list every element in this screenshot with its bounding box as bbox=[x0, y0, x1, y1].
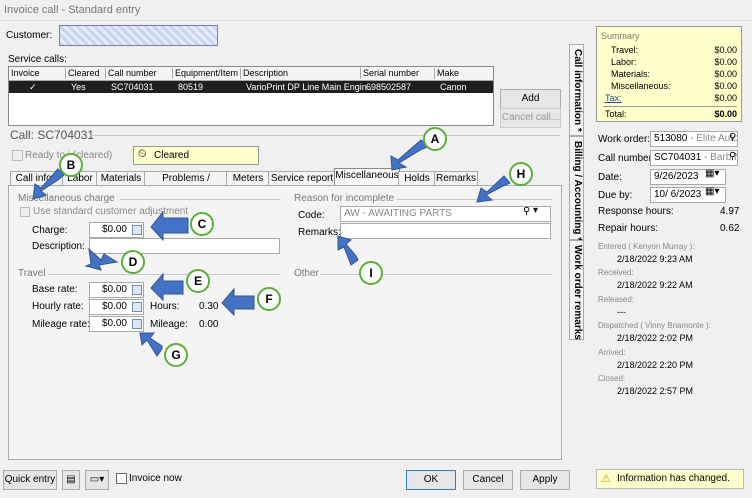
arrow-g bbox=[139, 332, 163, 357]
due-by-label: Due by: bbox=[598, 190, 633, 201]
tab-billing-accounting[interactable]: Billing / Accounting * bbox=[569, 136, 584, 241]
callout-h: H bbox=[509, 162, 533, 186]
arrived-value: 2/18/2022 2:20 PM bbox=[617, 360, 694, 370]
search-icon[interactable]: ⚲ bbox=[729, 132, 736, 143]
callout-g: G bbox=[164, 343, 188, 367]
summary-materials: Materials: $0.00 bbox=[611, 69, 737, 79]
summary-box: Summary Travel: $0.00 Labor: $0.00 Materia… bbox=[596, 26, 742, 122]
callout-a: A bbox=[423, 127, 447, 151]
callout-f: F bbox=[257, 287, 281, 311]
invoice-now-checkbox[interactable] bbox=[116, 473, 127, 484]
response-hours-label: Response hours: bbox=[598, 206, 674, 217]
closed-value: 2/18/2022 2:57 PM bbox=[617, 386, 694, 396]
summary-divider bbox=[603, 106, 737, 107]
entered-label: Entered ( Kenyon Murray ): bbox=[598, 242, 695, 251]
callout-c: C bbox=[190, 212, 214, 236]
arrow-c bbox=[150, 210, 189, 242]
entered-value: 2/18/2022 9:23 AM bbox=[617, 254, 693, 264]
dispatched-value: 2/18/2022 2:02 PM bbox=[617, 333, 694, 343]
tax-link: Tax: bbox=[605, 93, 622, 103]
callout-e: E bbox=[186, 269, 210, 293]
quick-entry-button[interactable]: Quick entry bbox=[3, 470, 57, 490]
released-label: Released: bbox=[598, 295, 635, 304]
arrow-d bbox=[84, 247, 119, 271]
tab-call-information[interactable]: Call information * bbox=[569, 44, 584, 136]
notes-icon[interactable]: ▤ bbox=[62, 470, 80, 490]
print-dropdown-icon[interactable]: ▭▾ bbox=[85, 470, 109, 490]
repair-hours-value: 0.62 bbox=[720, 223, 740, 234]
summary-total: Total: $0.00 bbox=[605, 109, 737, 119]
repair-hours-label: Repair hours: bbox=[598, 223, 659, 234]
dispatched-label: Dispatched ( Vinny Briamonte ): bbox=[598, 321, 711, 330]
summary-travel: Travel: $0.00 bbox=[611, 45, 737, 55]
work-order-input[interactable]: 513080 - Elite Auto I bbox=[650, 131, 738, 147]
status-bar: ⚠ Information has changed. bbox=[596, 469, 744, 489]
callout-d: D bbox=[121, 250, 145, 274]
apply-button[interactable]: Apply bbox=[520, 470, 570, 490]
response-hours-value: 4.97 bbox=[720, 206, 740, 217]
arrow-h bbox=[476, 175, 511, 203]
call-number-input[interactable]: SC704031 - Barb Nu bbox=[650, 150, 738, 166]
summary-title: Summary bbox=[601, 31, 640, 41]
summary-tax[interactable]: Tax: $0.00 bbox=[605, 93, 737, 103]
summary-miscellaneous: Miscellaneous: $0.00 bbox=[611, 81, 737, 91]
released-value: --- bbox=[617, 307, 626, 317]
warning-icon: ⚠ bbox=[601, 473, 611, 485]
cancel-button[interactable]: Cancel bbox=[463, 470, 513, 490]
tab-work-order-remarks[interactable]: Work order remarks bbox=[569, 240, 584, 340]
calendar-dropdown-icon[interactable]: ▦▾ bbox=[705, 186, 719, 197]
arrow-i bbox=[337, 235, 359, 266]
arrow-b bbox=[32, 168, 65, 200]
arrow-e bbox=[150, 272, 184, 302]
received-label: Received: bbox=[598, 268, 634, 277]
closed-label: Closed: bbox=[598, 374, 626, 383]
work-order-label: Work order: bbox=[598, 134, 651, 145]
search-icon[interactable]: ⚲ bbox=[729, 151, 736, 162]
call-number-label: Call number: bbox=[598, 153, 655, 164]
callout-b: B bbox=[59, 153, 83, 177]
callout-i: I bbox=[359, 261, 383, 285]
calendar-dropdown-icon[interactable]: ▦▾ bbox=[705, 168, 719, 179]
summary-labor: Labor: $0.00 bbox=[611, 57, 737, 67]
status-message: Information has changed. bbox=[617, 473, 730, 484]
received-value: 2/18/2022 9:22 AM bbox=[617, 280, 693, 290]
ok-button[interactable]: OK bbox=[406, 470, 456, 490]
arrow-f bbox=[221, 287, 255, 317]
invoice-now-label: Invoice now bbox=[129, 473, 182, 484]
arrived-label: Arrived: bbox=[598, 348, 626, 357]
date-label: Date: bbox=[598, 172, 622, 183]
